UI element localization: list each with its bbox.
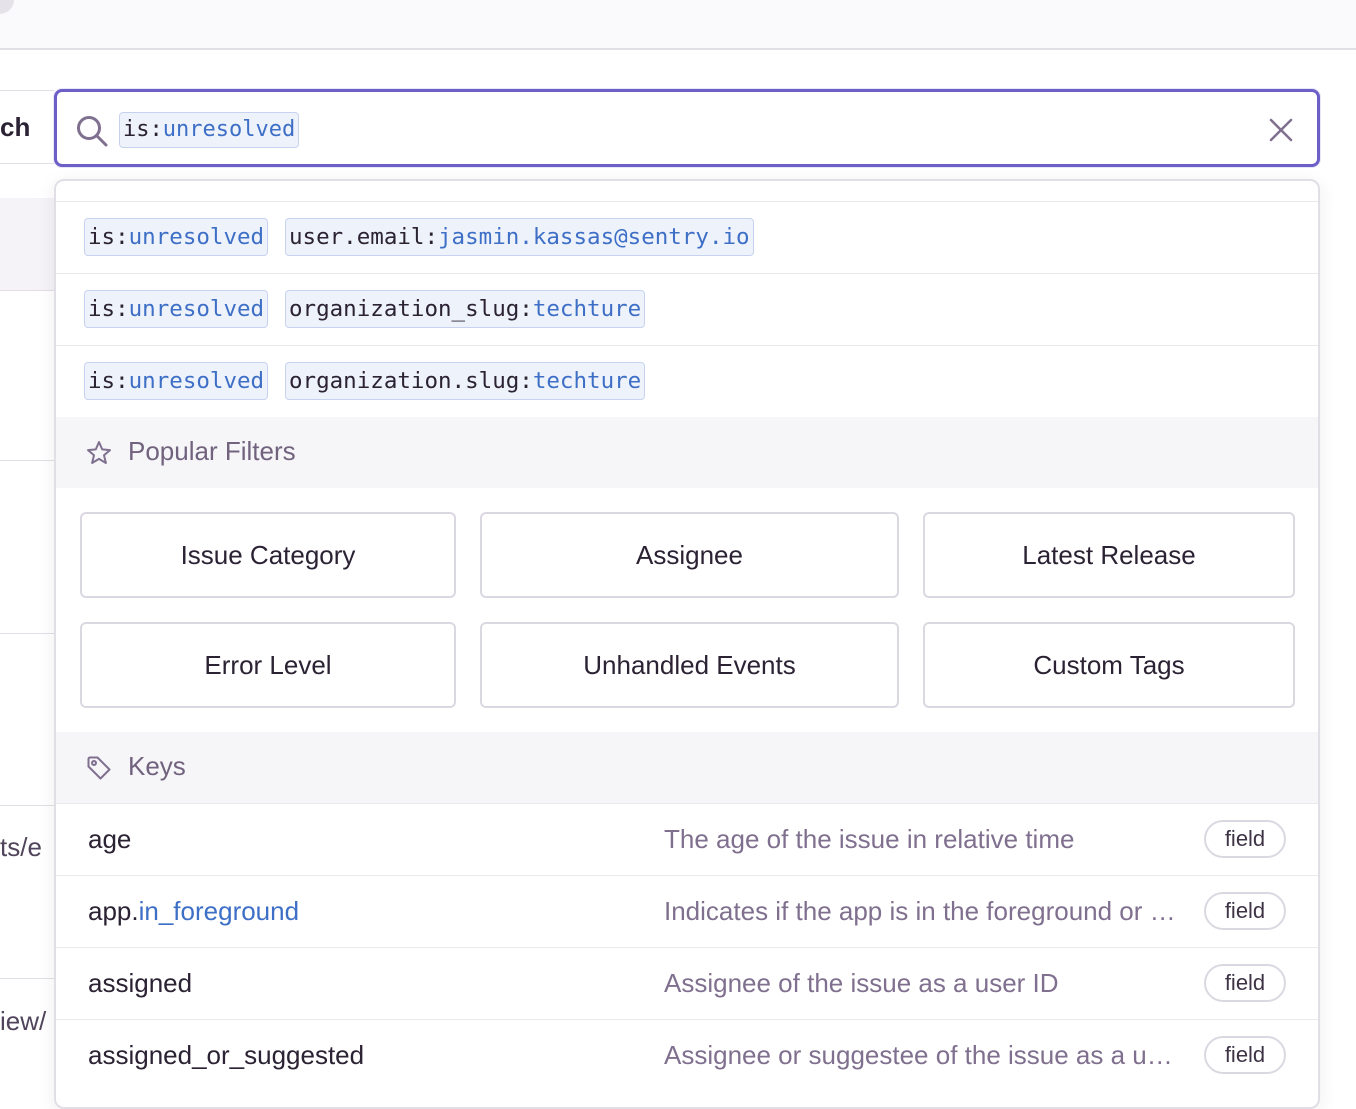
- row-divider: [0, 633, 56, 634]
- field-badge: field: [1204, 892, 1286, 930]
- filter-issue-category-button[interactable]: Issue Category: [80, 512, 456, 598]
- recent-search-item[interactable]: is:unresolved user.email:jasmin.kassas@s…: [56, 202, 1318, 274]
- key-name: age: [88, 824, 132, 854]
- avatar[interactable]: [0, 0, 14, 14]
- search-dropdown: is:unresolved user.email:jasmin.kassas@s…: [54, 179, 1320, 1109]
- token-key: user.email:: [289, 224, 439, 250]
- field-badge: field: [1204, 964, 1286, 1002]
- key-name: assigned_or_suggested: [88, 1040, 365, 1070]
- background-text: ts/e: [0, 832, 42, 862]
- token-value: jasmin.kassas@sentry.io: [438, 224, 750, 250]
- key-row[interactable]: app.in_foreground Indicates if the app i…: [56, 875, 1318, 947]
- section-title: Popular Filters: [128, 436, 296, 466]
- token-value: techture: [532, 368, 642, 394]
- recent-token: organization_slug:techture: [285, 290, 646, 328]
- token-key: is:: [88, 368, 129, 394]
- popular-filters-grid: Issue Category Assignee Latest Release E…: [56, 488, 1318, 732]
- filter-assignee-button[interactable]: Assignee: [480, 512, 899, 598]
- key-row[interactable]: assigned Assignee of the issue as a user…: [56, 947, 1318, 1019]
- token-value: unresolved: [128, 296, 265, 322]
- recent-token: user.email:jasmin.kassas@sentry.io: [285, 218, 754, 256]
- key-description: Indicates if the app is in the foregroun…: [664, 896, 1184, 926]
- keys-header: Keys: [56, 732, 1318, 803]
- top-bar: [0, 0, 1356, 50]
- key-description: Assignee or suggestee of the issue as a …: [664, 1040, 1184, 1070]
- close-icon[interactable]: [1267, 116, 1295, 144]
- token-key: organization.slug:: [289, 368, 533, 394]
- popular-filters-header: Popular Filters: [56, 417, 1318, 488]
- search-label: ch: [0, 90, 54, 164]
- recent-search-item[interactable]: is:unresolved organization_slug:techture: [56, 274, 1318, 346]
- filter-error-level-button[interactable]: Error Level: [80, 622, 456, 708]
- recent-token: is:unresolved: [84, 218, 269, 256]
- key-name: app.in_foreground: [88, 896, 300, 926]
- search-bar[interactable]: is:unresolved: [54, 89, 1320, 167]
- row-divider: [0, 290, 56, 291]
- token-value: unresolved: [162, 117, 296, 142]
- section-title: Keys: [128, 751, 186, 781]
- background-table-header: [0, 198, 56, 290]
- dropdown-spacer: [56, 181, 1318, 202]
- key-description: The age of the issue in relative time: [664, 824, 1075, 854]
- row-divider: [0, 978, 56, 979]
- filter-latest-release-button[interactable]: Latest Release: [923, 512, 1295, 598]
- key-name: assigned: [88, 968, 193, 998]
- row-divider: [0, 460, 56, 461]
- token-key: is:: [88, 224, 129, 250]
- token-key: is:: [123, 117, 163, 142]
- token-key: organization_slug:: [289, 296, 533, 322]
- token-value: unresolved: [128, 224, 265, 250]
- key-row[interactable]: assigned_or_suggested Assignee or sugges…: [56, 1019, 1318, 1091]
- search-icon: [77, 116, 108, 147]
- recent-token: is:unresolved: [84, 290, 269, 328]
- search-query-token[interactable]: is:unresolved: [119, 112, 300, 148]
- row-divider: [0, 805, 56, 806]
- field-badge: field: [1204, 1036, 1286, 1074]
- recent-search-item[interactable]: is:unresolved organization.slug:techture: [56, 346, 1318, 417]
- token-key: is:: [88, 296, 129, 322]
- tag-icon: [87, 756, 111, 780]
- filter-unhandled-events-button[interactable]: Unhandled Events: [480, 622, 899, 708]
- background-text: iew/: [0, 1006, 47, 1036]
- star-icon: [87, 441, 111, 464]
- key-description: Assignee of the issue as a user ID: [664, 968, 1059, 998]
- recent-token: is:unresolved: [84, 362, 269, 400]
- field-badge: field: [1204, 820, 1286, 858]
- token-value: unresolved: [128, 368, 265, 394]
- recent-token: organization.slug:techture: [285, 362, 646, 400]
- token-value: techture: [532, 296, 642, 322]
- filter-custom-tags-button[interactable]: Custom Tags: [923, 622, 1295, 708]
- key-row[interactable]: age The age of the issue in relative tim…: [56, 803, 1318, 875]
